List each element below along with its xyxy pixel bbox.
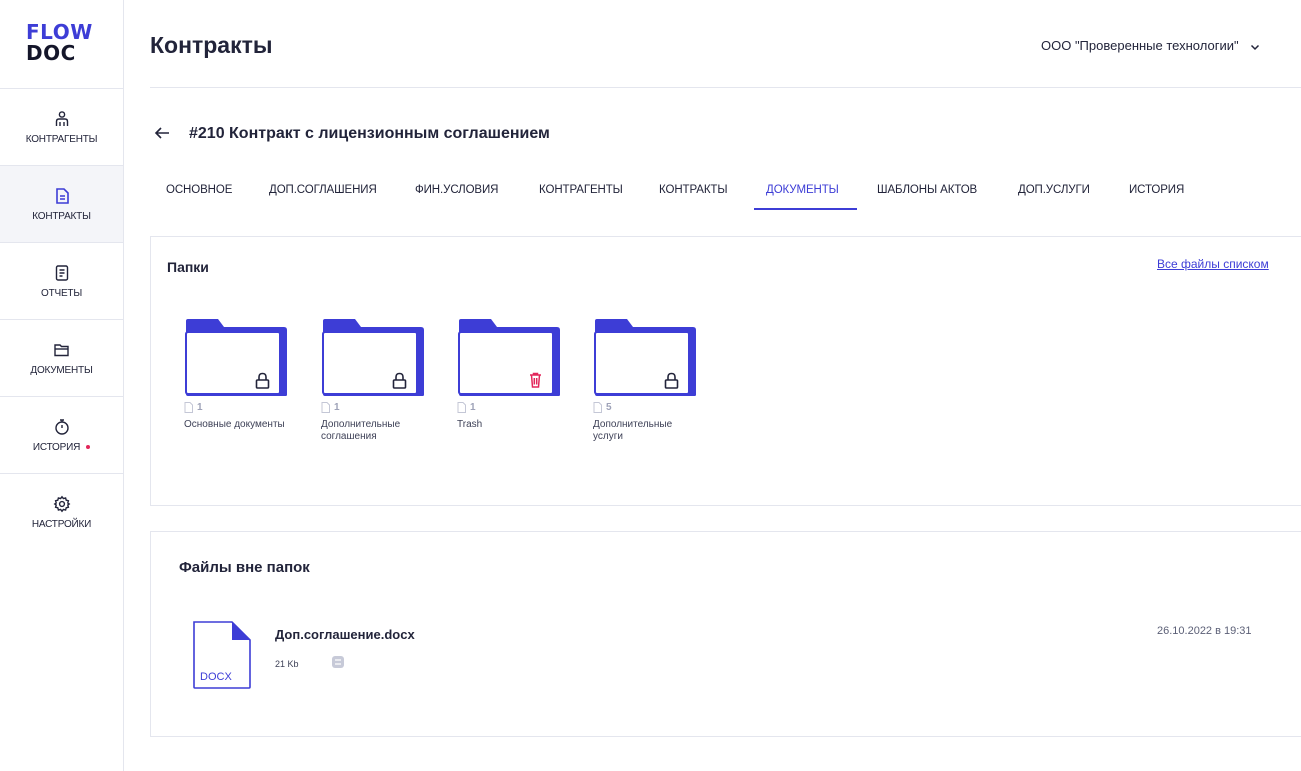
- folders-title: Папки: [167, 259, 209, 275]
- folder-icon: [185, 319, 287, 396]
- files-title: Файлы вне папок: [179, 559, 310, 576]
- sidebar-item-counterparties[interactable]: КОНТРАГЕНТЫ: [0, 88, 123, 165]
- gear-icon: [53, 495, 70, 512]
- folder-item[interactable]: 1 Основные документы: [184, 318, 294, 431]
- tab-counterparties[interactable]: КОНТРАГЕНТЫ: [539, 184, 623, 196]
- folder-name: Дополнительные услуги: [593, 419, 673, 442]
- notification-dot: [86, 444, 91, 449]
- sidebar-item-documents[interactable]: ДОКУМЕНТЫ: [0, 319, 123, 396]
- folder-file-count: 5: [593, 402, 703, 413]
- file-icon: [184, 402, 193, 413]
- folder-count-value: 5: [606, 402, 612, 413]
- file-date: 26.10.2022 в 19:31: [1157, 625, 1252, 637]
- folder-icon: [322, 319, 424, 396]
- tab-financial-terms[interactable]: ФИН.УСЛОВИЯ: [415, 184, 498, 196]
- folder-icon: [458, 319, 560, 396]
- stopwatch-icon: [54, 418, 69, 435]
- docx-file-icon[interactable]: DOCX: [192, 620, 252, 690]
- tab-bar: ОСНОВНОЕ ДОП.СОГЛАШЕНИЯ ФИН.УСЛОВИЯ КОНТ…: [150, 184, 1301, 224]
- folder-item[interactable]: 1 Trash: [457, 318, 567, 431]
- logo-line-1: FLOW: [26, 20, 93, 44]
- folder-count-value: 1: [470, 402, 476, 413]
- file-name[interactable]: Доп.соглашение.docx: [275, 627, 415, 642]
- folder-file-count: 1: [321, 402, 431, 413]
- tab-supplementary-agreements[interactable]: ДОП.СОГЛАШЕНИЯ: [269, 184, 377, 196]
- tab-additional-services[interactable]: ДОП.УСЛУГИ: [1018, 184, 1090, 196]
- signature-icon[interactable]: [331, 655, 345, 669]
- folder-name: Trash: [457, 419, 483, 430]
- sidebar-item-settings[interactable]: НАСТРОЙКИ: [0, 473, 123, 550]
- sidebar-item-label: КОНТРАКТЫ: [32, 210, 91, 222]
- file-size: 21 Kb: [275, 659, 299, 669]
- document-icon: [55, 187, 69, 204]
- company-name: ООО "Проверенные технологии": [1041, 38, 1239, 53]
- sidebar-item-label: НАСТРОЙКИ: [31, 518, 92, 530]
- sidebar-item-history[interactable]: ИСТОРИЯ: [0, 396, 123, 473]
- folder-icon: [594, 319, 696, 396]
- sidebar-item-label-wrap: ИСТОРИЯ: [32, 441, 91, 453]
- files-outside-folders-panel: Файлы вне папок DOCX Доп.соглашение.docx…: [150, 531, 1301, 737]
- report-icon: [55, 264, 68, 281]
- folder-file-count: 1: [184, 402, 294, 413]
- back-arrow-icon[interactable]: [153, 124, 171, 142]
- folder-icon: [53, 343, 69, 356]
- sidebar-item-contracts[interactable]: КОНТРАКТЫ: [0, 165, 123, 242]
- file-ext-label: DOCX: [200, 671, 232, 683]
- folder-count-value: 1: [197, 402, 203, 413]
- sidebar-item-label: ОТЧЕТЫ: [41, 287, 82, 299]
- page-title: Контракты: [150, 32, 273, 58]
- folder-count-value: 1: [334, 402, 340, 413]
- sidebar-item-label: ИСТОРИЯ: [32, 441, 81, 453]
- sidebar: FLOW DOC КОНТРАГЕНТЫ КОНТРАКТЫ ОТЧЕТЫ ДО…: [0, 0, 124, 771]
- logo-line-2: DOC: [26, 41, 76, 65]
- folders-panel: Папки Все файлы списком 1 Основные докум…: [150, 236, 1301, 506]
- tab-contracts[interactable]: КОНТРАКТЫ: [659, 184, 728, 196]
- tab-documents[interactable]: ДОКУМЕНТЫ: [766, 184, 839, 196]
- folder-file-count: 1: [457, 402, 567, 413]
- sidebar-nav: КОНТРАГЕНТЫ КОНТРАКТЫ ОТЧЕТЫ ДОКУМЕНТЫ И…: [0, 88, 123, 550]
- folder-item[interactable]: 1 Дополнительные соглашения: [321, 318, 431, 443]
- sidebar-item-label: ДОКУМЕНТЫ: [30, 364, 93, 376]
- file-icon: [321, 402, 330, 413]
- folder-name: Дополнительные соглашения: [321, 419, 401, 442]
- active-tab-indicator: [754, 208, 857, 210]
- person-icon: [55, 110, 68, 126]
- header-divider: [150, 87, 1301, 88]
- tab-act-templates[interactable]: ШАБЛОНЫ АКТОВ: [877, 184, 977, 196]
- file-icon: [593, 402, 602, 413]
- tab-main[interactable]: ОСНОВНОЕ: [166, 184, 232, 196]
- tab-history[interactable]: ИСТОРИЯ: [1129, 184, 1184, 196]
- file-icon: [457, 402, 466, 413]
- sidebar-item-label: КОНТРАГЕНТЫ: [25, 133, 98, 145]
- all-files-list-link[interactable]: Все файлы списком: [1157, 257, 1269, 271]
- folder-name: Основные документы: [184, 419, 285, 430]
- sidebar-item-reports[interactable]: ОТЧЕТЫ: [0, 242, 123, 319]
- logo[interactable]: FLOW DOC: [26, 22, 93, 64]
- contract-title: #210 Контракт с лицензионным соглашением: [189, 125, 550, 142]
- folder-item[interactable]: 5 Дополнительные услуги: [593, 318, 703, 443]
- company-selector[interactable]: ООО "Проверенные технологии": [1041, 38, 1260, 53]
- chevron-down-icon: [1251, 44, 1260, 50]
